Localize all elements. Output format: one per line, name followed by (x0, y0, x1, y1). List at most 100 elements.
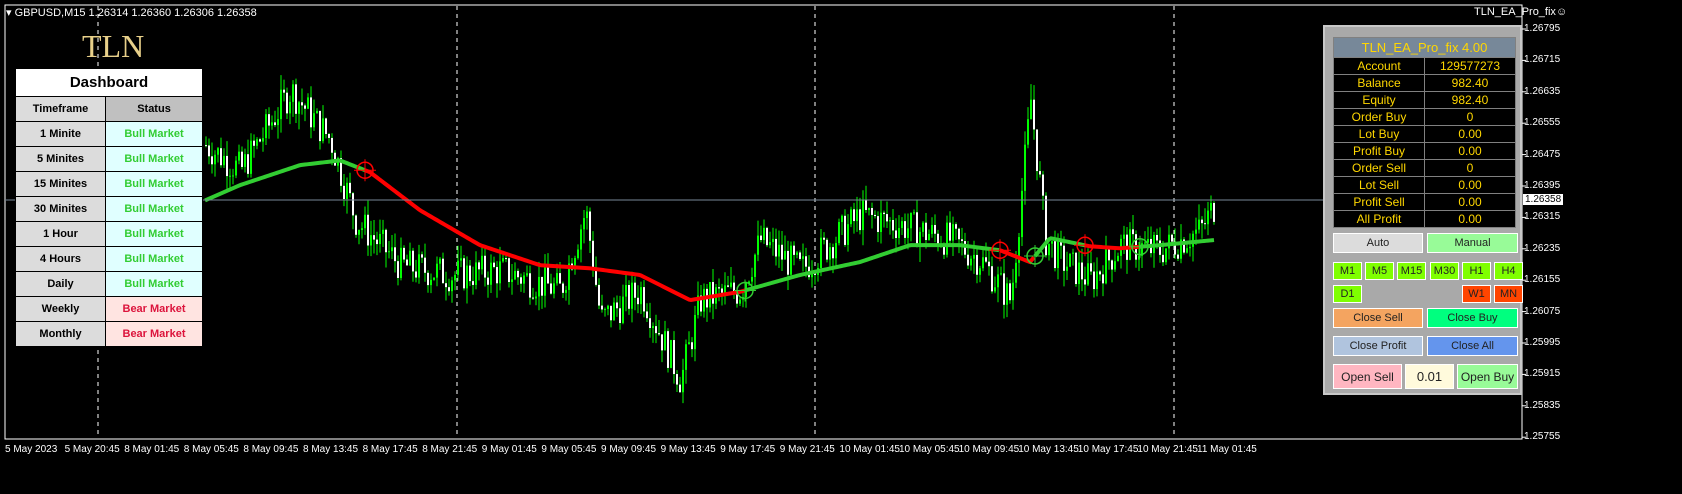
col-timeframe: Timeframe (15, 96, 106, 122)
candle-body (1213, 202, 1215, 222)
candle-body (739, 299, 741, 304)
dropdown-icon[interactable]: ▾ (6, 7, 15, 19)
open-buy-button[interactable]: Open Buy (1457, 364, 1518, 389)
candle-body (772, 238, 774, 243)
candle-body (397, 261, 399, 278)
candle-body (868, 208, 870, 210)
candle-body (997, 274, 999, 288)
close-profit-button[interactable]: Close Profit (1333, 336, 1423, 356)
timeframe-button-m5[interactable]: M5 (1365, 262, 1394, 280)
candle-body (232, 175, 234, 177)
candle-body (958, 228, 960, 240)
candle-body (580, 229, 582, 250)
field-value: 0 (1424, 108, 1516, 126)
candle-body (754, 254, 756, 277)
timeframe-label: Weekly (15, 296, 106, 322)
account-row: All Profit 0.00 (1333, 210, 1516, 228)
timeframe-button-mn[interactable]: MN (1494, 285, 1523, 303)
symbol-info[interactable]: ▾ GBPUSD,M15 1.26314 1.26360 1.26306 1.2… (6, 6, 257, 19)
candle-body (1132, 229, 1134, 235)
candle-body (253, 140, 255, 146)
auto-button[interactable]: Auto (1333, 233, 1423, 253)
candle-body (343, 185, 345, 199)
dashboard-row: 15 Minites Bull Market (15, 171, 203, 197)
close-buy-button[interactable]: Close Buy (1427, 308, 1518, 328)
open-sell-button[interactable]: Open Sell (1333, 364, 1402, 389)
timeframe-label: 4 Hours (15, 246, 106, 272)
price-tick: 1.26235 (1524, 242, 1561, 254)
candle-body (1042, 174, 1044, 196)
timeframe-button-w1[interactable]: W1 (1462, 285, 1491, 303)
candle-body (961, 239, 963, 242)
candle-body (226, 155, 228, 177)
candle-body (676, 374, 678, 385)
candle-body (430, 279, 432, 286)
price-tick: 1.26635 (1524, 85, 1561, 97)
candle-body (316, 110, 318, 114)
account-row: Profit Sell 0.00 (1333, 193, 1516, 211)
candle-body (265, 114, 267, 139)
candle-body (1039, 171, 1041, 175)
candle-body (1165, 248, 1167, 263)
market-status: Bull Market (105, 221, 203, 247)
candle-body (583, 218, 585, 230)
candle-body (457, 260, 459, 275)
close-all-button[interactable]: Close All (1427, 336, 1518, 356)
candle-body (586, 211, 588, 219)
candle-body (1111, 260, 1113, 270)
manual-button[interactable]: Manual (1427, 233, 1518, 253)
candle-body (1102, 274, 1104, 284)
candle-body (985, 257, 987, 262)
timeframe-button-d1[interactable]: D1 (1333, 285, 1362, 303)
timeframe-button-m1[interactable]: M1 (1333, 262, 1362, 280)
candle-body (1048, 243, 1050, 256)
lot-size-input[interactable]: 0.01 (1405, 364, 1454, 389)
candle-body (544, 267, 546, 296)
candle-body (448, 287, 450, 292)
candle-body (721, 288, 723, 293)
candle-body (541, 276, 543, 296)
candle-body (361, 228, 363, 230)
dashboard-row: 4 Hours Bull Market (15, 246, 203, 272)
candle-body (901, 221, 903, 229)
candle-body (436, 263, 438, 278)
candle-body (328, 134, 330, 138)
candle-body (433, 277, 435, 280)
candle-body (370, 235, 372, 246)
candle-body (628, 285, 630, 309)
candle-body (673, 340, 675, 375)
timeframe-button-m30[interactable]: M30 (1430, 262, 1459, 280)
timeframe-label: Daily (15, 271, 106, 297)
dashboard-row: Weekly Bear Market (15, 296, 203, 322)
price-tick: 1.25835 (1524, 399, 1561, 411)
field-value: 0.00 (1424, 193, 1516, 211)
candle-body (907, 228, 909, 238)
candle-body (322, 118, 324, 142)
candle-body (856, 209, 858, 222)
candle-body (268, 114, 270, 126)
field-value: 982.40 (1424, 91, 1516, 109)
candle-body (922, 222, 924, 232)
candle-body (655, 326, 657, 334)
timeframe-button-m15[interactable]: M15 (1397, 262, 1426, 280)
candle-body (1162, 254, 1164, 263)
candle-body (946, 222, 948, 255)
time-tick: 10 May 13:45 (1018, 444, 1079, 455)
candle-body (661, 334, 663, 351)
ea-name[interactable]: TLN_EA_Pro_fix☺ (1474, 6, 1567, 18)
candle-body (718, 287, 720, 289)
candle-body (643, 287, 645, 312)
candle-body (208, 145, 210, 157)
candle-body (364, 214, 366, 229)
candle-body (529, 273, 531, 298)
timeframe-button-h4[interactable]: H4 (1494, 262, 1523, 280)
time-tick: 8 May 17:45 (362, 444, 418, 455)
field-value: 982.40 (1424, 74, 1516, 92)
field-value: 0.00 (1424, 176, 1516, 194)
timeframe-button-h1[interactable]: H1 (1462, 262, 1491, 280)
close-sell-button[interactable]: Close Sell (1333, 308, 1423, 328)
candle-body (214, 154, 216, 165)
candle-body (346, 182, 348, 199)
candle-body (577, 249, 579, 259)
candle-body (487, 277, 489, 285)
